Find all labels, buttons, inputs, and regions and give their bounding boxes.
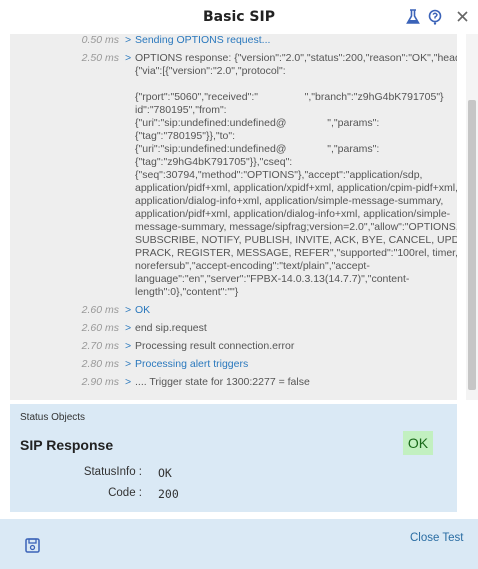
chevron-right-icon: > xyxy=(125,322,132,334)
log-message: .... Trigger state for 1300:2277 = false xyxy=(135,376,310,388)
help-icon[interactable] xyxy=(424,6,446,28)
chevron-right-icon: > xyxy=(125,52,132,64)
status-section-label: Status Objects xyxy=(20,412,86,423)
status-field-value: 200 xyxy=(158,487,179,501)
log-timestamp: 0.50 ms xyxy=(81,34,119,46)
log-message: id":"780195","from": xyxy=(135,104,227,116)
log-message: end sip.request xyxy=(135,322,207,334)
log-message: Processing result connection.error xyxy=(135,340,295,352)
chevron-right-icon: > xyxy=(125,376,132,388)
log-message: norefersub","accept-encoding":"text/plai… xyxy=(135,260,370,272)
log-message: {"uri":"sip:undefined:undefined@ ","para… xyxy=(135,117,380,129)
status-title: SIP Response xyxy=(20,437,114,453)
close-test-button[interactable]: Close Test xyxy=(410,532,463,544)
flask-icon[interactable] xyxy=(402,6,424,28)
window-header: Basic SIP xyxy=(0,0,478,34)
chevron-right-icon: > xyxy=(125,34,132,46)
log-message: application/pidf+xml, application/dialog… xyxy=(135,208,451,220)
chevron-right-icon: > xyxy=(125,304,132,316)
log-timestamp: 2.60 ms xyxy=(81,322,119,334)
log-message: OPTIONS response: {"version":"2.0","stat… xyxy=(135,52,457,64)
log-timestamp: 2.70 ms xyxy=(81,340,119,352)
log-timestamp: 2.50 ms xyxy=(81,52,119,64)
log-message: message-summary, message/sipfrag;version… xyxy=(135,221,457,233)
status-panel: Status Objects SIP Response OK StatusInf… xyxy=(10,404,457,512)
log-message: language":"en","server":"FPBX-14.0.3.13(… xyxy=(135,273,410,285)
log-message: {"uri":"sip:undefined:undefined@ ","para… xyxy=(135,143,380,155)
log-scrollbar[interactable] xyxy=(466,34,478,400)
log-message: {"via":[{"version":"2.0","protocol": xyxy=(135,65,286,77)
status-field-key: Code : xyxy=(108,487,142,499)
log-timestamp: 2.60 ms xyxy=(81,304,119,316)
log-message[interactable]: Sending OPTIONS request... xyxy=(135,34,270,47)
log-message[interactable]: OK xyxy=(135,304,150,317)
status-badge: OK xyxy=(403,431,433,455)
log-message[interactable]: Processing alert triggers xyxy=(135,358,248,371)
chevron-right-icon: > xyxy=(125,340,132,352)
status-field-value: OK xyxy=(158,466,172,480)
log-message: application/pidf+xml, application/xpidf+… xyxy=(135,182,457,194)
save-icon[interactable] xyxy=(24,537,42,555)
log-message: length":0},"content":""} xyxy=(135,286,239,298)
log-message: {"tag":"z9hG4bK791705"}},"cseq": xyxy=(135,156,293,168)
log-message: application/dialog-info+xml, application… xyxy=(135,195,444,207)
close-icon[interactable] xyxy=(452,6,474,28)
log-message: {"tag":"780195"}},"to": xyxy=(135,130,236,142)
log-timestamp: 2.90 ms xyxy=(81,376,119,388)
scrollbar-thumb[interactable] xyxy=(468,100,476,390)
chevron-right-icon: > xyxy=(125,358,132,370)
log-message: {"seq":30794,"method":"OPTIONS"},"accept… xyxy=(135,169,423,181)
log-message: {"rport":"5060","received":" ","branch":… xyxy=(135,91,444,103)
status-field-key: StatusInfo : xyxy=(83,466,142,478)
log-message: PRACK, REGISTER, MESSAGE, REFER","suppor… xyxy=(135,247,457,259)
log-panel[interactable]: 0.50 ms > Sending OPTIONS request... 2.50 m… xyxy=(10,34,457,400)
log-timestamp: 2.80 ms xyxy=(81,358,119,370)
footer-bar xyxy=(0,519,478,569)
log-message: SUBSCRIBE, NOTIFY, PUBLISH, INVITE, ACK,… xyxy=(135,234,457,246)
